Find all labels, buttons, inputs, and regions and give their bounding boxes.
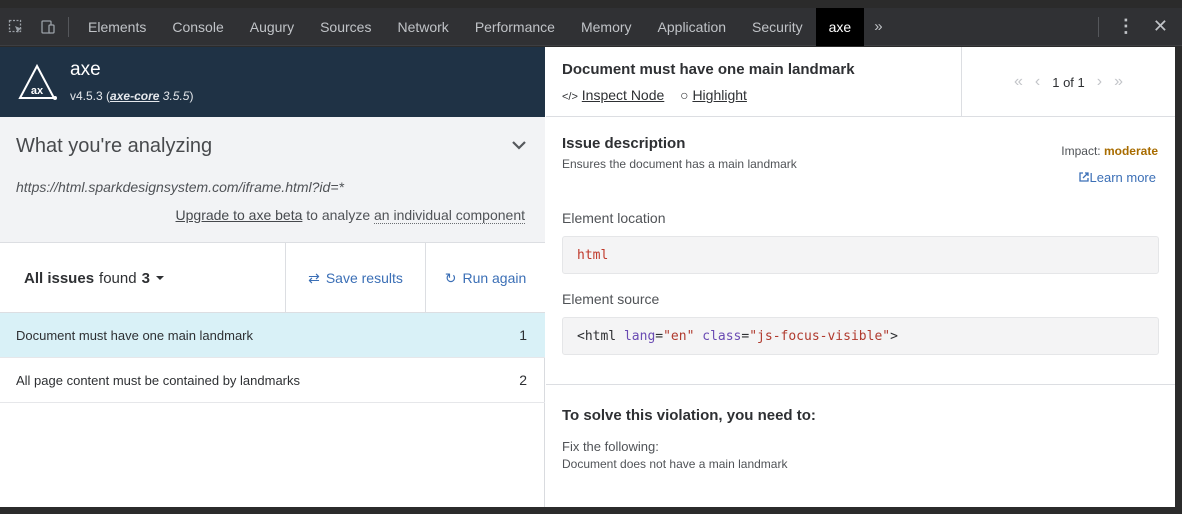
svg-text:ax: ax [31,85,44,97]
kebab-menu-icon[interactable]: ⋮ [1105,16,1147,37]
app-title: axe [70,59,101,80]
tab-network[interactable]: Network [384,8,461,46]
axe-panel: ax axe v4.5.3 (axe-core 3.5.5) What you'… [0,47,1175,507]
tab-axe[interactable]: axe [815,7,865,46]
tab-console[interactable]: Console [159,8,236,46]
issue-title: Document must have one main landmark [16,327,254,343]
detail-header: Document must have one main landmark </>… [546,47,1175,117]
detail-title: Document must have one main landmark [562,61,855,78]
axe-core-version: 3.5.5 [162,89,190,103]
detail-pane: Document must have one main landmark </>… [546,47,1175,507]
tab-memory[interactable]: Memory [568,8,645,46]
toolbar-divider [1097,16,1099,37]
run-again-label: Run again [462,270,527,286]
detail-actions: </> Inspect Node ○ Highlight [562,87,747,103]
learn-more-link[interactable]: Learn more [1078,170,1156,185]
source-attr-lang: lang [623,328,656,344]
device-toolbar-icon[interactable] [32,8,64,46]
highlight-link[interactable]: Highlight [692,87,746,103]
version-info: v4.5.3 (axe-core 3.5.5) [70,89,194,103]
component-link[interactable]: an individual component [374,207,525,224]
impact-value: moderate [1103,144,1158,158]
tab-elements[interactable]: Elements [75,8,159,46]
source-val-class: "js-focus-visible" [749,328,891,344]
issue-count: 1 [519,327,527,343]
last-page-icon[interactable]: » [1114,73,1123,91]
solve-section: To solve this violation, you need to: Fi… [546,384,1175,507]
learn-more-label: Learn more [1089,170,1156,185]
element-location-value: html [577,247,609,263]
issues-toolbar: All issues found 3 ⇄ Save results ↻ Run … [0,243,545,313]
source-tag-open: <html [577,328,617,344]
run-again-button[interactable]: ↻ Run again [425,243,545,313]
source-attr-class: class [702,328,742,344]
tab-performance[interactable]: Performance [462,8,568,46]
page-indicator: 1 of 1 [1052,74,1085,90]
issue-count: 2 [519,372,527,388]
issue-row-landmarks[interactable]: All page content must be contained by la… [0,358,545,403]
next-page-icon[interactable]: › [1097,73,1102,91]
version-number: v4.5.3 [70,89,103,103]
chevron-down-icon[interactable] [511,135,527,156]
source-tag-close: > [890,328,898,344]
tab-sources[interactable]: Sources [307,8,384,46]
upgrade-mid-text: to analyze [302,207,374,223]
element-location-box: html [562,236,1159,274]
all-issues-label: All issues [24,269,95,287]
solve-title: To solve this violation, you need to: [562,407,816,424]
save-results-label: Save results [325,270,403,286]
more-tabs-icon[interactable]: » [864,8,892,46]
impact-label: Impact: [1061,144,1101,158]
tab-augury[interactable]: Augury [237,8,307,46]
toolbar-divider [68,16,69,37]
issue-row-main-landmark[interactable]: Document must have one main landmark 1 [0,313,545,358]
left-pane: ax axe v4.5.3 (axe-core 3.5.5) What you'… [0,47,545,507]
inspect-node-link[interactable]: Inspect Node [582,87,665,103]
highlight-icon: ○ [680,87,689,103]
fix-message: Document does not have a main landmark [562,457,788,471]
analyzed-url: https://html.sparkdesignsystem.com/ifram… [16,179,344,195]
issue-title: All page content must be contained by la… [16,372,301,388]
prev-page-icon[interactable]: ‹ [1035,73,1040,91]
fix-label: Fix the following: [562,439,659,454]
close-icon[interactable]: ✕ [1147,16,1182,37]
issue-description-title: Issue description [562,135,686,152]
first-page-icon[interactable]: « [1014,73,1023,91]
tab-application[interactable]: Application [645,8,740,46]
swap-arrows-icon: ⇄ [308,269,320,286]
pager: « ‹ 1 of 1 › » [961,47,1175,117]
element-location-label: Element location [562,210,666,226]
code-icon: </> [562,91,578,103]
caret-down-icon [155,276,164,280]
refresh-icon: ↻ [444,269,457,286]
devtools-tab-bar: Elements Console Augury Sources Network … [0,7,1182,46]
issues-count: 3 [141,269,150,287]
axe-core-link[interactable]: axe-core [110,89,159,103]
analyzing-title: What you're analyzing [16,135,213,157]
element-source-box: <html lang = "en" class = "js-focus-visible"… [562,317,1159,355]
axe-logo-icon: ax [18,63,57,100]
save-results-button[interactable]: ⇄ Save results [285,243,425,313]
tab-security[interactable]: Security [739,8,816,46]
devtools-actions: ⋮ ✕ [1094,16,1182,37]
upgrade-link[interactable]: Upgrade to axe beta [176,207,303,223]
external-link-icon [1078,172,1089,182]
found-label: found [99,269,137,287]
issue-description-text: Ensures the document has a main landmark [562,157,797,171]
element-source-label: Element source [562,291,660,307]
source-val-lang: "en" [663,328,695,344]
analyzing-section: What you're analyzing https://html.spark… [0,117,545,243]
all-issues-dropdown[interactable]: All issues found 3 [0,243,285,313]
upgrade-text: Upgrade to axe beta to analyze an indivi… [176,207,525,224]
axe-header: ax axe v4.5.3 (axe-core 3.5.5) [0,47,545,117]
impact-badge: Impact: moderate [1061,144,1158,158]
inspect-element-icon[interactable] [0,8,32,46]
